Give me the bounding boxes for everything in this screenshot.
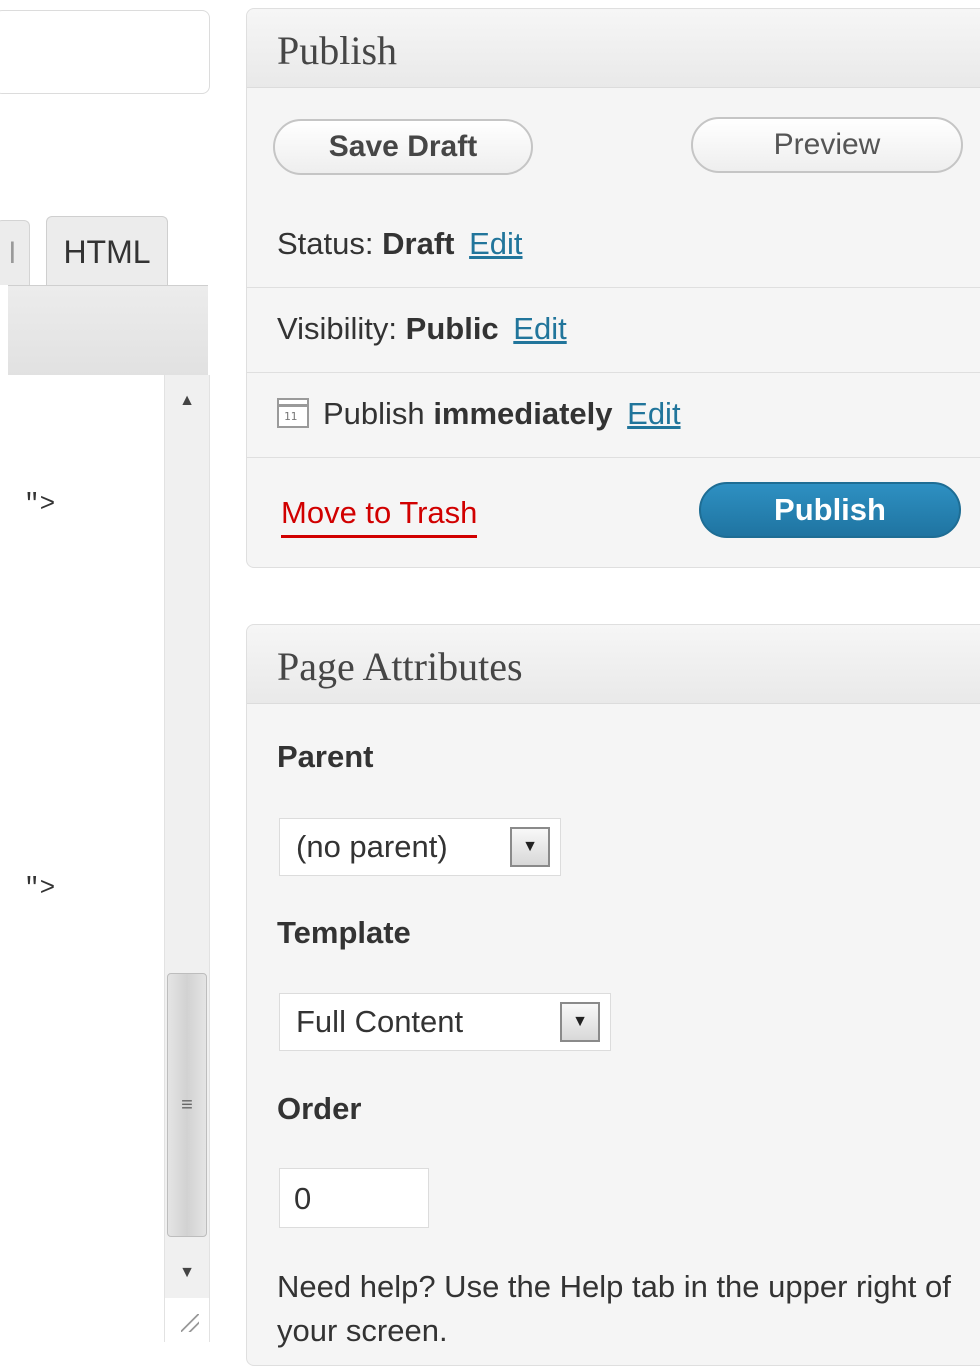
resize-handle[interactable] <box>164 1298 210 1342</box>
resize-grip-icon <box>181 1314 199 1332</box>
status-value: Draft <box>382 226 455 261</box>
tab-html[interactable]: HTML <box>46 216 168 287</box>
tab-visual[interactable]: l <box>0 220 30 285</box>
scroll-down-arrow-icon[interactable]: ▼ <box>165 1251 209 1295</box>
page-attributes-box: Page Attributes Parent (no parent) ▼ Tem… <box>246 624 980 1366</box>
visibility-label: Visibility: <box>277 311 398 346</box>
code-fragment: "> <box>24 489 56 519</box>
calendar-icon: 11 <box>277 398 309 428</box>
page-attributes-header[interactable]: Page Attributes <box>247 625 980 704</box>
scroll-up-arrow-icon[interactable]: ▲ <box>165 379 209 423</box>
template-select[interactable]: Full Content ▼ <box>279 993 611 1051</box>
publish-box-title: Publish <box>277 28 398 73</box>
parent-select[interactable]: (no parent) ▼ <box>279 818 561 876</box>
status-row: Status: Draft Edit <box>247 202 980 288</box>
edit-visibility-link[interactable]: Edit <box>513 311 566 346</box>
order-input[interactable]: 0 <box>279 1168 429 1228</box>
editor-toolbar <box>8 285 208 377</box>
grip-lines-icon: ≡ <box>181 1093 193 1116</box>
tab-visual-label: l <box>9 237 16 270</box>
scroll-thumb[interactable]: ≡ <box>167 973 207 1237</box>
edit-schedule-link[interactable]: Edit <box>627 396 680 431</box>
publish-box: Publish Save Draft Preview Status: Draft… <box>246 8 980 568</box>
save-draft-button[interactable]: Save Draft <box>273 119 533 175</box>
visibility-row: Visibility: Public Edit <box>247 287 980 373</box>
post-title-input[interactable] <box>0 10 210 94</box>
page-attributes-title: Page Attributes <box>277 644 523 689</box>
calendar-icon-day: 11 <box>284 410 298 423</box>
dropdown-arrow-icon[interactable]: ▼ <box>510 827 550 867</box>
code-fragment: "> <box>24 873 56 903</box>
template-select-value: Full Content <box>296 1004 464 1039</box>
preview-button[interactable]: Preview <box>691 117 963 173</box>
schedule-value: immediately <box>433 396 613 431</box>
parent-select-value: (no parent) <box>296 829 448 864</box>
dropdown-arrow-icon[interactable]: ▼ <box>560 1002 600 1042</box>
schedule-label: Publish <box>323 396 425 431</box>
parent-label: Parent <box>277 739 374 774</box>
schedule-row: 11 Publish immediately Edit <box>247 372 980 458</box>
visibility-value: Public <box>405 311 499 346</box>
status-label: Status: <box>277 226 374 261</box>
publish-box-header[interactable]: Publish <box>247 9 980 88</box>
move-to-trash-link[interactable]: Move to Trash <box>281 495 478 538</box>
order-label: Order <box>277 1091 362 1126</box>
edit-status-link[interactable]: Edit <box>469 226 522 261</box>
template-label: Template <box>277 915 411 950</box>
publish-button[interactable]: Publish <box>699 482 961 538</box>
editor-textarea[interactable]: "> "> <box>8 375 164 1338</box>
editor-scrollbar[interactable]: ▲ ≡ ▼ <box>164 375 210 1298</box>
help-text: Need help? Use the Help tab in the upper… <box>277 1269 951 1348</box>
